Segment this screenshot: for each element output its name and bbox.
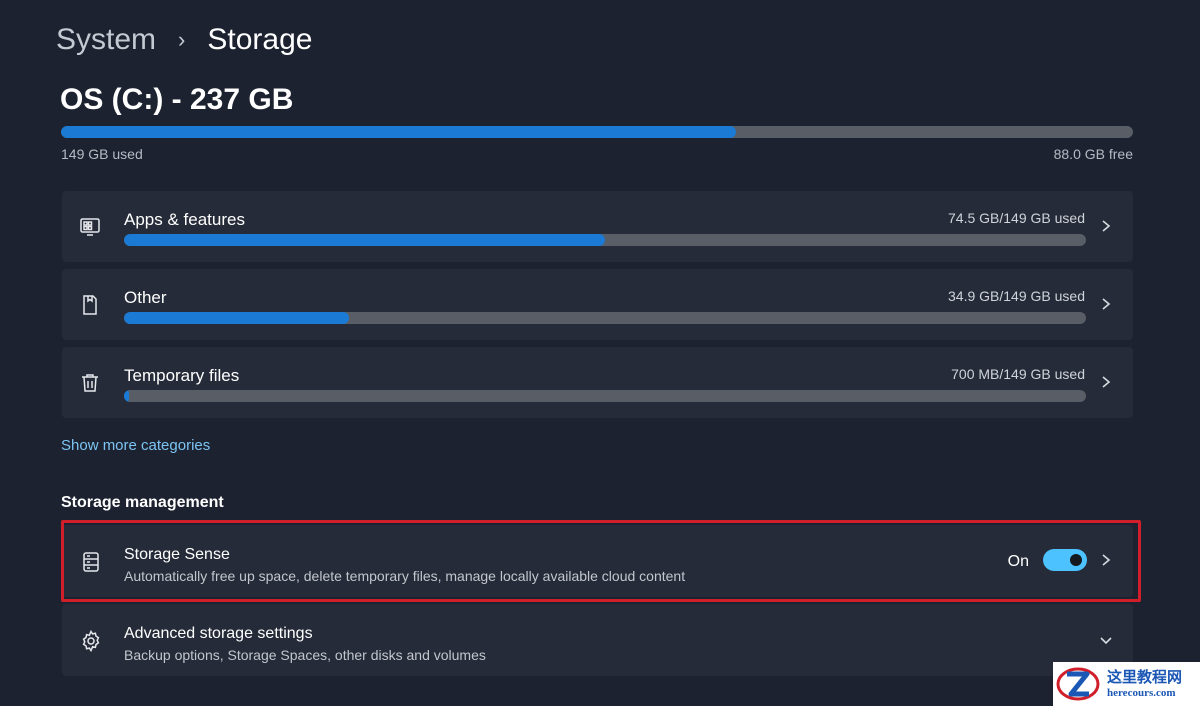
breadcrumb-chevron-icon: › xyxy=(178,27,186,52)
chevron-right-icon xyxy=(1102,554,1111,566)
category-amount: 74.5 GB/149 GB used xyxy=(948,210,1085,226)
drive-title: OS (C:) - 237 GB xyxy=(60,83,294,116)
storage-sense-toggle[interactable] xyxy=(1043,549,1087,571)
watermark-domain-text: herecours.com xyxy=(1107,687,1176,699)
chevron-right-icon xyxy=(1102,376,1111,388)
category-amount: 34.9 GB/149 GB used xyxy=(948,288,1085,304)
gear-icon xyxy=(82,629,100,653)
storage-sense-description: Automatically free up space, delete temp… xyxy=(124,568,686,584)
apps-icon xyxy=(80,218,100,236)
chevron-right-icon xyxy=(1102,298,1111,310)
category-apps-features[interactable]: Apps & features 74.5 GB/149 GB used xyxy=(62,191,1133,262)
category-label: Other xyxy=(124,288,167,307)
category-label: Apps & features xyxy=(124,210,245,229)
category-label: Temporary files xyxy=(124,366,240,385)
category-usage-fill xyxy=(124,312,350,324)
advanced-storage-description: Backup options, Storage Spaces, other di… xyxy=(124,647,486,663)
site-watermark: 这里教程网 herecours.com xyxy=(1053,662,1200,706)
storage-settings-page: System › Storage OS (C:) - 237 GB 149 GB… xyxy=(0,0,1200,706)
storage-sense-label: Storage Sense xyxy=(124,546,230,563)
category-temporary-files[interactable]: Temporary files 700 MB/149 GB used xyxy=(62,347,1133,418)
category-usage-fill xyxy=(124,234,605,246)
category-amount: 700 MB/149 GB used xyxy=(951,366,1085,382)
category-usage-bar xyxy=(124,234,1086,246)
drive-usage-bar xyxy=(61,126,1133,138)
chevron-right-icon xyxy=(1102,220,1111,232)
advanced-storage-settings-row[interactable]: Advanced storage settings Backup options… xyxy=(62,604,1133,676)
toggle-state-label: On xyxy=(1007,553,1029,570)
watermark-logo-icon xyxy=(1056,667,1100,701)
show-more-categories-link[interactable]: Show more categories xyxy=(61,437,210,454)
drive-free-label: 88.0 GB free xyxy=(1053,146,1133,162)
watermark-chinese-text: 这里教程网 xyxy=(1107,668,1183,686)
category-other[interactable]: Other 34.9 GB/149 GB used xyxy=(62,269,1133,340)
drive-used-label: 149 GB used xyxy=(61,146,143,162)
breadcrumb: System › Storage xyxy=(56,18,312,62)
category-usage-bar xyxy=(124,312,1086,324)
trash-icon xyxy=(82,374,98,392)
advanced-storage-label: Advanced storage settings xyxy=(124,625,313,642)
other-files-icon xyxy=(83,295,97,315)
storage-management-heading: Storage management xyxy=(61,494,224,511)
storage-sense-row[interactable]: Storage Sense Automatically free up spac… xyxy=(62,525,1133,597)
drive-usage-fill xyxy=(61,126,737,138)
chevron-down-icon[interactable] xyxy=(1099,632,1113,650)
page-title: Storage xyxy=(207,23,313,56)
category-usage-fill xyxy=(124,390,129,402)
toggle-knob xyxy=(1070,554,1082,566)
breadcrumb-system-link[interactable]: System xyxy=(56,23,156,57)
category-usage-bar xyxy=(124,390,1086,402)
storage-drive-icon xyxy=(83,552,99,572)
